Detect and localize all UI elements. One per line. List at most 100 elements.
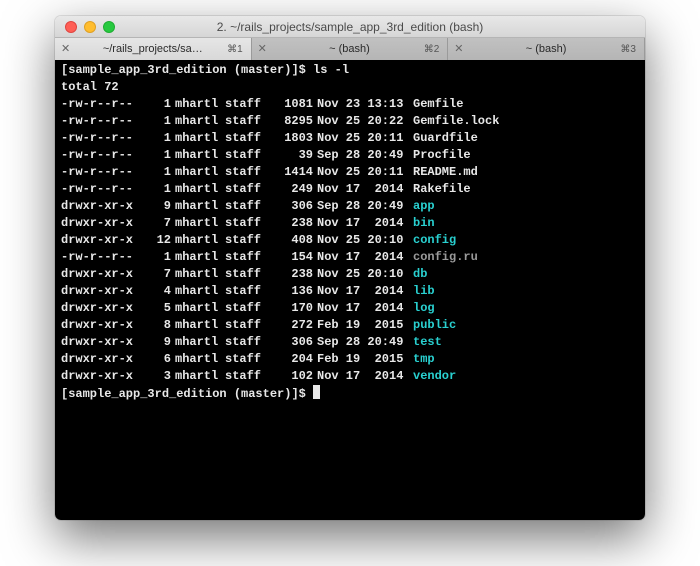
terminal-viewport[interactable]: [sample_app_3rd_edition (master)]$ ls -l… xyxy=(55,60,645,520)
perm: drwxr-xr-x xyxy=(61,266,145,283)
ls-row: -rw-r--r--1mhartlstaff249Nov 17 2014Rake… xyxy=(61,181,639,198)
ls-row: -rw-r--r--1mhartlstaff154Nov 17 2014conf… xyxy=(61,249,639,266)
size: 170 xyxy=(273,300,313,317)
perm: -rw-r--r-- xyxy=(61,130,145,147)
ls-row: drwxr-xr-x9mhartlstaff306Sep 28 20:49app xyxy=(61,198,639,215)
ls-row: drwxr-xr-x7mhartlstaff238Nov 17 2014bin xyxy=(61,215,639,232)
tab-2[interactable]: ✕ ~ (bash) ⌘2 xyxy=(252,38,449,60)
group: staff xyxy=(225,249,273,266)
size: 408 xyxy=(273,232,313,249)
owner: mhartl xyxy=(175,368,225,385)
date: Nov 17 2014 xyxy=(317,215,413,232)
perm: -rw-r--r-- xyxy=(61,164,145,181)
size: 39 xyxy=(273,147,313,164)
links: 1 xyxy=(145,147,171,164)
size: 136 xyxy=(273,283,313,300)
size: 306 xyxy=(273,198,313,215)
group: staff xyxy=(225,300,273,317)
date: Nov 25 20:10 xyxy=(317,266,413,283)
file-name: Guardfile xyxy=(413,130,478,147)
links: 3 xyxy=(145,368,171,385)
ls-row: -rw-r--r--1mhartlstaff1414Nov 25 20:11RE… xyxy=(61,164,639,181)
file-name: vendor xyxy=(413,368,456,385)
perm: drwxr-xr-x xyxy=(61,300,145,317)
owner: mhartl xyxy=(175,334,225,351)
file-name: log xyxy=(413,300,435,317)
prompt-line-2: [sample_app_3rd_edition (master)]$ xyxy=(61,385,639,403)
tab-label: ~ (bash) xyxy=(329,43,370,55)
group: staff xyxy=(225,96,273,113)
date: Nov 17 2014 xyxy=(317,181,413,198)
ls-row: drwxr-xr-x12mhartlstaff408Nov 25 20:10co… xyxy=(61,232,639,249)
links: 9 xyxy=(145,198,171,215)
owner: mhartl xyxy=(175,181,225,198)
group: staff xyxy=(225,351,273,368)
links: 6 xyxy=(145,351,171,368)
links: 1 xyxy=(145,130,171,147)
perm: drwxr-xr-x xyxy=(61,232,145,249)
size: 1414 xyxy=(273,164,313,181)
owner: mhartl xyxy=(175,96,225,113)
perm: -rw-r--r-- xyxy=(61,249,145,266)
file-name: bin xyxy=(413,215,435,232)
links: 1 xyxy=(145,113,171,130)
group: staff xyxy=(225,198,273,215)
size: 1803 xyxy=(273,130,313,147)
perm: drwxr-xr-x xyxy=(61,368,145,385)
close-tab-icon[interactable]: ✕ xyxy=(61,44,70,55)
size: 8295 xyxy=(273,113,313,130)
window-title: 2. ~/rails_projects/sample_app_3rd_editi… xyxy=(55,20,645,34)
tab-3[interactable]: ✕~ (bash)⌘3 xyxy=(448,38,645,60)
prompt-line-1: [sample_app_3rd_edition (master)]$ ls -l xyxy=(61,62,639,79)
file-name: Gemfile.lock xyxy=(413,113,499,130)
date: Feb 19 2015 xyxy=(317,317,413,334)
perm: drwxr-xr-x xyxy=(61,283,145,300)
perm: -rw-r--r-- xyxy=(61,181,145,198)
prompt: [sample_app_3rd_edition (master)]$ xyxy=(61,63,306,77)
ls-row: -rw-r--r--1mhartlstaff39Sep 28 20:49Proc… xyxy=(61,147,639,164)
tab-shortcut: ⌘2 xyxy=(424,44,440,55)
date: Feb 19 2015 xyxy=(317,351,413,368)
close-tab-icon[interactable]: ✕ xyxy=(258,44,267,55)
minimize-window-button[interactable] xyxy=(84,21,96,33)
zoom-window-button[interactable] xyxy=(103,21,115,33)
group: staff xyxy=(225,147,273,164)
links: 1 xyxy=(145,181,171,198)
cursor xyxy=(313,385,320,399)
size: 1081 xyxy=(273,96,313,113)
owner: mhartl xyxy=(175,283,225,300)
perm: -rw-r--r-- xyxy=(61,147,145,164)
size: 306 xyxy=(273,334,313,351)
owner: mhartl xyxy=(175,130,225,147)
tab-shortcut: ⌘1 xyxy=(227,44,243,55)
date: Nov 23 13:13 xyxy=(317,96,413,113)
group: staff xyxy=(225,215,273,232)
date: Nov 17 2014 xyxy=(317,300,413,317)
ls-row: -rw-r--r--1mhartlstaff8295Nov 25 20:22Ge… xyxy=(61,113,639,130)
close-window-button[interactable] xyxy=(65,21,77,33)
titlebar[interactable]: 2. ~/rails_projects/sample_app_3rd_editi… xyxy=(55,16,645,38)
date: Nov 25 20:10 xyxy=(317,232,413,249)
ls-row: -rw-r--r--1mhartlstaff1803Nov 25 20:11Gu… xyxy=(61,130,639,147)
perm: drwxr-xr-x xyxy=(61,198,145,215)
links: 7 xyxy=(145,215,171,232)
terminal-window: 2. ~/rails_projects/sample_app_3rd_editi… xyxy=(55,16,645,520)
close-tab-icon[interactable]: ✕ xyxy=(454,44,463,55)
size: 238 xyxy=(273,266,313,283)
date: Nov 25 20:22 xyxy=(317,113,413,130)
file-name: Rakefile xyxy=(413,181,471,198)
tab-label: ~/rails_projects/sa… xyxy=(103,43,203,55)
owner: mhartl xyxy=(175,113,225,130)
links: 1 xyxy=(145,249,171,266)
size: 272 xyxy=(273,317,313,334)
owner: mhartl xyxy=(175,215,225,232)
file-name: config.ru xyxy=(413,249,478,266)
owner: mhartl xyxy=(175,351,225,368)
tab-1[interactable]: ✕ ~/rails_projects/sa… ⌘1 xyxy=(55,38,252,60)
size: 249 xyxy=(273,181,313,198)
ls-row: drwxr-xr-x8mhartlstaff272Feb 19 2015publ… xyxy=(61,317,639,334)
size: 204 xyxy=(273,351,313,368)
owner: mhartl xyxy=(175,249,225,266)
owner: mhartl xyxy=(175,198,225,215)
perm: drwxr-xr-x xyxy=(61,215,145,232)
